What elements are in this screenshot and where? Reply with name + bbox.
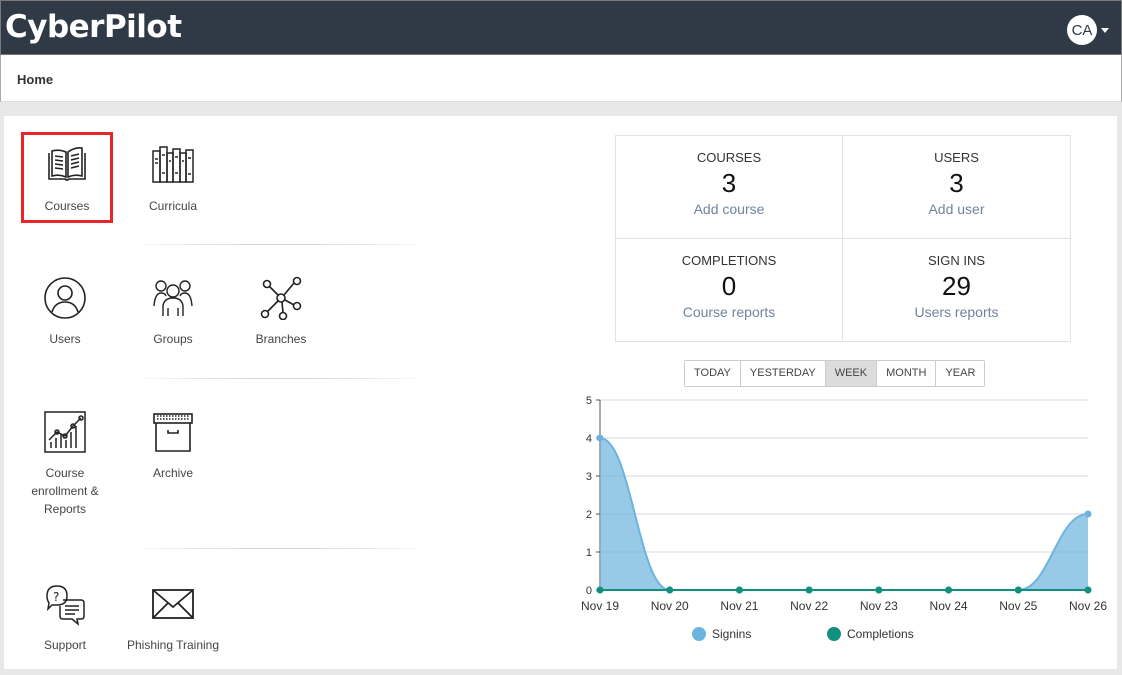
curricula-label: Curricula [148, 199, 197, 213]
range-today-button[interactable]: TODAY [685, 361, 741, 386]
divider [144, 244, 416, 245]
y-tick-label: 5 [586, 395, 592, 407]
range-month-button[interactable]: MONTH [877, 361, 937, 386]
y-tick-label: 2 [586, 509, 592, 521]
add-course-link[interactable]: Add course [616, 201, 842, 217]
branches-label: Branches [255, 332, 307, 346]
dashboard-panel: Courses Curricula Users Groups Branches … [4, 116, 1117, 669]
bookshelf-icon [152, 146, 194, 183]
legend-completions-swatch [827, 627, 841, 641]
phishing-training-tile[interactable]: Phishing Training [122, 582, 224, 654]
completions-point [1084, 586, 1092, 594]
chart-icon [44, 411, 86, 453]
range-yesterday-button[interactable]: YESTERDAY [740, 361, 826, 386]
users-tile[interactable]: Users [22, 276, 108, 348]
stat-courses-name: COURSES [696, 150, 762, 165]
completions-point [945, 586, 953, 594]
users-label: Users [49, 332, 81, 346]
y-tick-label: 3 [586, 471, 592, 483]
signins-point [596, 434, 604, 442]
x-tick-label: Nov 24 [930, 599, 968, 613]
groups-tile[interactable]: Groups [130, 276, 216, 348]
completions-point [735, 586, 743, 594]
legend-completions-label: Completions [847, 627, 914, 641]
y-tick-label: 0 [586, 585, 592, 597]
phishing-training-label: Phishing Training [126, 638, 220, 652]
activity-chart: 0 1 2 3 4 5 Nov 19 Nov 20 Nov 21 Nov 22 Nov 23 Nov … [581, 395, 1107, 613]
courses-label: Courses [44, 199, 90, 213]
completions-point [666, 586, 674, 594]
course-reports-label: Course enrollment & Reports [31, 466, 99, 516]
support-tile[interactable]: ? Support [22, 582, 108, 654]
user-avatar[interactable]: CA [1067, 15, 1097, 45]
chat-support-icon: ? [46, 585, 85, 626]
legend-completions[interactable]: Completions [827, 627, 914, 641]
legend-signins[interactable]: Signins [692, 627, 751, 641]
x-tick-label: Nov 25 [999, 599, 1037, 613]
signins-point [1084, 510, 1092, 518]
y-tick-label: 1 [586, 547, 592, 559]
x-tick-label: Nov 19 [581, 599, 619, 613]
x-tick-label: Nov 22 [790, 599, 828, 613]
stats-grid: COURSES 3 Add course USERS 3 Add user CO… [615, 135, 1071, 342]
x-tick-label: Nov 26 [1069, 599, 1107, 613]
user-icon [44, 277, 86, 319]
stat-signins-name: SIGN INS [927, 253, 986, 268]
divider [144, 378, 416, 379]
x-tick-label: Nov 23 [860, 599, 898, 613]
curricula-tile[interactable]: Curricula [130, 143, 216, 215]
groups-label: Groups [153, 332, 193, 346]
range-week-button[interactable]: WEEK [825, 361, 878, 386]
add-user-link[interactable]: Add user [843, 201, 1070, 217]
stat-signins: SIGN INS 29 Users reports [843, 239, 1070, 342]
stat-completions: COMPLETIONS 0 Course reports [616, 239, 843, 342]
user-menu[interactable]: CA [1067, 15, 1109, 45]
network-icon [260, 276, 302, 320]
archive-box-icon [153, 413, 193, 452]
stat-users: USERS 3 Add user [843, 136, 1070, 239]
completions-point [1014, 586, 1022, 594]
branches-tile[interactable]: Branches [238, 276, 324, 348]
archive-label: Archive [152, 466, 193, 480]
group-icon [153, 280, 193, 316]
stat-courses-value: 3 [721, 168, 737, 198]
stat-courses: COURSES 3 Add course [616, 136, 843, 239]
stat-signins-value: 29 [942, 271, 971, 301]
stat-users-name: USERS [934, 150, 979, 165]
y-tick-label: 4 [586, 433, 592, 445]
completions-point [875, 586, 883, 594]
chevron-down-icon[interactable] [1101, 27, 1109, 33]
time-range-group: TODAY YESTERDAY WEEK MONTH YEAR [684, 360, 986, 387]
courses-tile[interactable]: Courses [21, 132, 113, 223]
x-tick-label: Nov 20 [651, 599, 689, 613]
x-tick-label: Nov 21 [720, 599, 758, 613]
archive-tile[interactable]: Archive [130, 410, 216, 482]
envelope-icon [152, 589, 194, 619]
breadcrumb: Home [0, 55, 1122, 102]
completions-point [805, 586, 813, 594]
course-reports-link[interactable]: Course reports [616, 304, 842, 320]
course-reports-tile[interactable]: Course enrollment & Reports [22, 410, 108, 518]
range-year-button[interactable]: YEAR [936, 361, 985, 386]
page-title: Home [17, 72, 54, 87]
support-label: Support [43, 638, 87, 652]
divider [144, 548, 416, 549]
cyberpilot-logo[interactable]: CyberPilot [5, 9, 182, 45]
stat-users-value: 3 [949, 168, 964, 198]
legend-signins-swatch [692, 627, 706, 641]
users-reports-link[interactable]: Users reports [843, 304, 1070, 320]
stat-completions-name: COMPLETIONS [681, 253, 777, 268]
book-icon [48, 147, 86, 181]
legend-signins-label: Signins [712, 627, 752, 641]
svg-text:?: ? [53, 590, 59, 604]
stat-completions-value: 0 [721, 271, 737, 301]
completions-point [596, 586, 604, 594]
top-bar: CyberPilot CA [0, 0, 1122, 55]
